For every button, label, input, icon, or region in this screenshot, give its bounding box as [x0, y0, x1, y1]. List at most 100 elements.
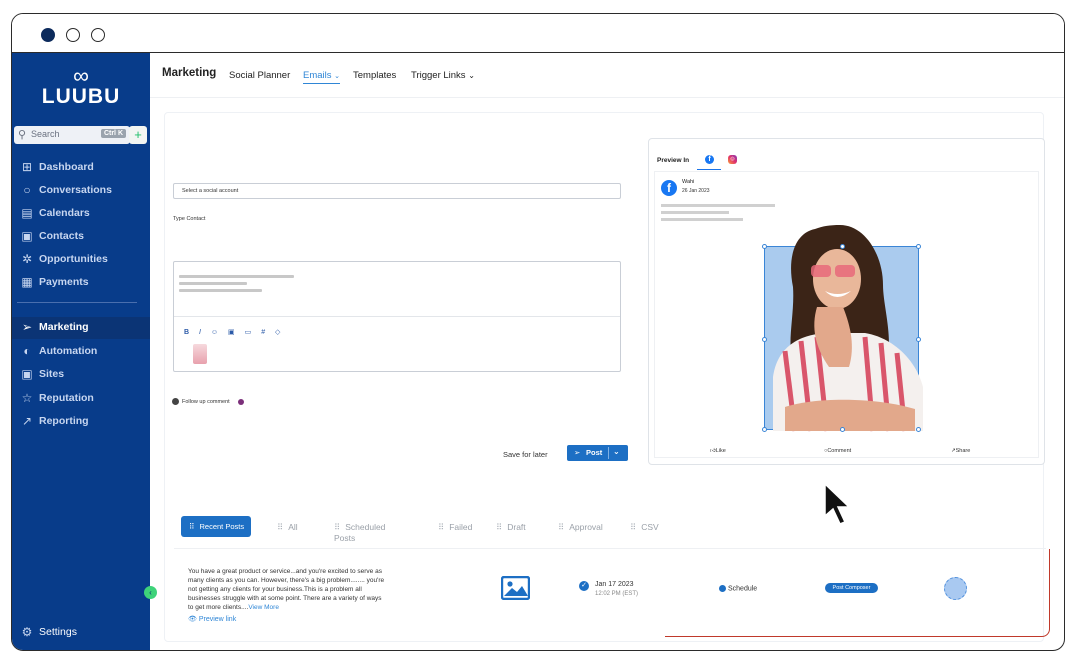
sidebar-item-payments[interactable]: ▦ Payments — [12, 272, 150, 294]
tab-emails[interactable]: Emails ⌄ — [303, 70, 341, 84]
attached-image-thumbnail[interactable] — [193, 344, 207, 364]
chevron-down-icon: ⌄ — [334, 73, 341, 80]
bold-button[interactable]: B — [184, 329, 189, 336]
post-editor[interactable]: B I ☺ ▣ ▭ # ◇ — [173, 261, 621, 372]
view-more-link[interactable]: View More — [248, 604, 279, 611]
tab-facebook[interactable]: f — [697, 152, 721, 170]
sidebar-item-marketing[interactable]: ➢ Marketing — [12, 317, 150, 339]
top-nav: Marketing Social Planner Emails ⌄ Templa… — [150, 53, 1064, 98]
mouse-cursor-icon — [824, 482, 851, 525]
sidebar-item-reporting[interactable]: ↗ Reporting — [12, 411, 150, 433]
sidebar-item-contacts[interactable]: ▣ Contacts — [12, 226, 150, 248]
tab-approval[interactable]: ⠿ Approval — [558, 522, 603, 533]
tab-label: Approval — [569, 522, 603, 532]
share-button[interactable]: ↗ Share — [951, 448, 970, 454]
editor-divider — [174, 316, 620, 317]
sidebar-item-label: Sites — [39, 368, 65, 380]
sidebar-item-dashboard[interactable]: ⊞ Dashboard — [12, 157, 150, 179]
video-button[interactable]: ▭ — [245, 329, 252, 336]
resize-handle[interactable] — [840, 427, 845, 432]
resize-handle[interactable] — [762, 427, 767, 432]
share-label: Share — [955, 448, 971, 454]
like-button[interactable]: 👍︎ Like — [710, 448, 726, 454]
sidebar-collapse-button[interactable]: ‹ — [144, 586, 157, 599]
search-input[interactable]: ⚲ Search Ctrl K — [14, 126, 130, 144]
plus-icon: + — [134, 127, 142, 142]
select-placeholder: Select a social account — [182, 188, 239, 194]
resize-handle[interactable] — [762, 244, 767, 249]
sidebar-item-calendars[interactable]: ▤ Calendars — [12, 203, 150, 225]
tab-scheduled-posts[interactable]: ⠿ Scheduled Posts — [334, 522, 385, 543]
tab-draft[interactable]: ⠿ Draft — [496, 522, 526, 533]
resize-handle[interactable] — [916, 427, 921, 432]
post-preview: Preview In f ◎ f Wahi 26 Jan 2023 👍︎ Lik… — [648, 138, 1045, 465]
sidebar-item-label: Marketing — [39, 321, 89, 333]
reporting-icon: ↗ — [21, 414, 33, 428]
grip-icon: ⠿ — [189, 522, 195, 531]
grip-icon: ⠿ — [496, 522, 503, 532]
comment-button[interactable]: ○ Comment — [824, 448, 851, 454]
placeholder-line — [179, 275, 294, 278]
instagram-icon[interactable]: ◎ — [728, 155, 737, 164]
tab-label: Failed — [449, 522, 473, 532]
eye-icon: 👁︎ — [188, 616, 197, 623]
preview-in-label: Preview In — [657, 157, 690, 164]
sidebar-item-settings[interactable]: ⚙ Settings — [12, 622, 150, 644]
sidebar-item-opportunities[interactable]: ✲ Opportunities — [12, 249, 150, 271]
resize-handle[interactable] — [916, 337, 921, 342]
preview-link[interactable]: 👁︎ Preview link — [188, 615, 236, 623]
tab-recent-posts[interactable]: ⠿ Recent Posts — [181, 516, 251, 537]
author-name: Wahi — [682, 179, 695, 185]
tab-social-planner[interactable]: Social Planner — [229, 70, 290, 81]
image-button[interactable]: ▣ — [228, 329, 235, 336]
sidebar: ∞ LUUBU ⚲ Search Ctrl K + ⊞ Dashboard ○ … — [12, 53, 150, 650]
resize-handle[interactable] — [840, 244, 845, 249]
chevron-down-icon[interactable]: ⌄ — [613, 447, 620, 456]
comment-label: Comment — [827, 448, 852, 454]
social-account-select[interactable]: Select a social account — [173, 183, 621, 199]
sidebar-item-reputation[interactable]: ☆ Reputation — [12, 388, 150, 410]
resize-handle[interactable] — [762, 337, 767, 342]
sidebar-item-automation[interactable]: ◐ Automation — [12, 341, 150, 363]
save-for-later-button[interactable]: Save for later — [503, 450, 548, 459]
chevron-down-icon: ⌄ — [468, 71, 475, 80]
search-placeholder: Search — [31, 129, 60, 139]
preview-link-label: Preview link — [198, 616, 237, 623]
sidebar-item-label: Settings — [39, 626, 77, 638]
marketing-icon: ➢ — [21, 320, 33, 334]
post-text: You have a great product or service...an… — [188, 567, 388, 612]
emoji-button[interactable]: ☺ — [211, 329, 218, 336]
post-button[interactable]: ➢ Post ⌄ — [567, 445, 628, 461]
placeholder-line — [661, 218, 743, 221]
gear-icon: ⚙ — [21, 625, 33, 639]
placeholder-line — [661, 211, 729, 214]
maximize-dot[interactable] — [91, 28, 105, 42]
tab-trigger-links[interactable]: Trigger Links ⌄ — [411, 70, 475, 81]
tab-templates[interactable]: Templates — [353, 70, 396, 81]
post-body: You have a great product or service...an… — [188, 568, 385, 611]
tab-all[interactable]: ⠿ All — [277, 522, 298, 533]
close-dot[interactable] — [41, 28, 55, 42]
sidebar-item-label: Payments — [39, 276, 89, 288]
tab-csv[interactable]: ⠿ CSV — [630, 522, 659, 533]
preview-photo[interactable] — [762, 225, 923, 432]
tag-button[interactable]: ◇ — [275, 329, 280, 336]
tab-failed[interactable]: ⠿ Failed — [438, 522, 472, 533]
sidebar-item-sites[interactable]: ▣ Sites — [12, 364, 150, 386]
sidebar-item-conversations[interactable]: ○ Conversations — [12, 180, 150, 202]
hashtag-button[interactable]: # — [261, 329, 265, 336]
check-icon: ✓ — [579, 581, 589, 591]
button-divider — [608, 447, 609, 459]
quick-add-button[interactable]: + — [129, 126, 147, 144]
search-icon: ⚲ — [18, 129, 27, 141]
tab-label: Draft — [507, 522, 526, 532]
logo[interactable]: ∞ LUUBU — [12, 65, 150, 109]
italic-button[interactable]: I — [199, 329, 201, 336]
dashboard-icon: ⊞ — [21, 160, 33, 174]
type-contact-label: Type Contact — [173, 216, 206, 222]
minimize-dot[interactable] — [66, 28, 80, 42]
resize-handle[interactable] — [916, 244, 921, 249]
follow-up-toggle[interactable]: Follow up comment — [172, 398, 244, 405]
placeholder-line — [179, 282, 247, 285]
sidebar-item-label: Opportunities — [39, 253, 108, 265]
